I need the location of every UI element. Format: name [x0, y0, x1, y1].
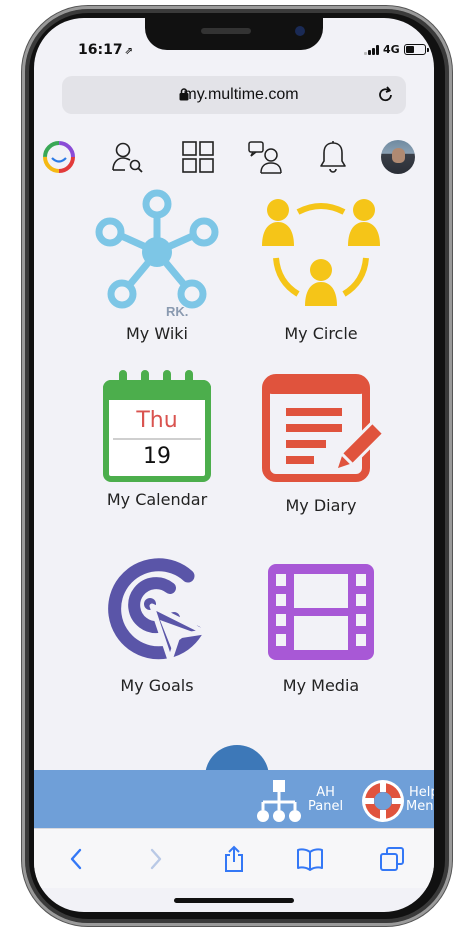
url-text: my.multime.com	[183, 86, 299, 103]
lifebuoy-icon	[362, 780, 404, 822]
signal-icon	[364, 44, 379, 55]
share-icon	[225, 845, 243, 872]
help-menu-button[interactable]	[360, 778, 406, 828]
ah-panel-button[interactable]	[256, 778, 302, 830]
calendar-icon: Thu 19	[103, 370, 211, 482]
network-type: 4G	[383, 43, 400, 56]
address-bar[interactable]: my.multime.com	[62, 76, 406, 114]
lock-icon	[179, 88, 189, 101]
apps-grid-button[interactable]	[177, 136, 219, 178]
multime-logo-button[interactable]	[38, 136, 80, 178]
status-time: 16:17 ⇗	[78, 42, 133, 58]
ah-panel-line2: Panel	[308, 799, 344, 814]
app-toolbar	[34, 136, 434, 182]
bell-icon	[320, 141, 346, 173]
profile-avatar	[381, 140, 415, 174]
notch	[145, 18, 323, 50]
calendar-date: 19	[143, 444, 171, 469]
tile-my-calendar[interactable]: Thu 19 My Calendar	[82, 366, 232, 509]
multime-ring-logo-icon	[43, 141, 75, 173]
tabs-icon	[380, 847, 404, 871]
forward-icon	[150, 848, 162, 870]
circle-people-icon	[262, 199, 380, 306]
tile-my-circle[interactable]: My Circle	[246, 188, 396, 343]
search-people-button[interactable]	[108, 136, 150, 178]
back-button[interactable]	[56, 839, 96, 879]
forward-button[interactable]	[136, 839, 176, 879]
reload-icon[interactable]	[378, 85, 394, 103]
chat-people-icon	[248, 141, 282, 174]
status-right: 4G	[364, 43, 429, 56]
phone-screen: 16:17 ⇗ 4G my.multime.com RK. My Wiki My…	[34, 18, 434, 912]
share-button[interactable]	[214, 839, 254, 879]
diary-icon	[262, 374, 386, 482]
wiki-watermark: RK.	[166, 304, 189, 319]
tile-label: My Goals	[120, 676, 194, 695]
tabs-button[interactable]	[372, 839, 412, 879]
org-chart-icon	[257, 780, 301, 822]
help-menu-label[interactable]: Help Menu	[406, 786, 434, 814]
front-camera	[295, 26, 305, 36]
apps-grid-icon	[182, 141, 214, 173]
profile-button[interactable]	[377, 136, 419, 178]
home-indicator[interactable]	[174, 898, 294, 903]
tile-my-wiki[interactable]: RK. My Wiki	[82, 188, 232, 343]
tile-label: My Diary	[285, 496, 357, 515]
back-icon	[70, 848, 82, 870]
tile-my-media[interactable]: My Media	[246, 544, 396, 695]
goals-target-icon	[108, 558, 207, 663]
tile-my-goals[interactable]: My Goals	[82, 544, 232, 695]
tile-my-diary[interactable]: My Diary	[246, 366, 396, 515]
search-people-icon	[112, 142, 143, 173]
ah-panel-label[interactable]: AH Panel	[308, 786, 343, 814]
wiki-network-icon	[95, 189, 219, 309]
tile-label: My Calendar	[106, 490, 208, 509]
status-time-text: 16:17	[78, 42, 123, 58]
bookmarks-button[interactable]	[290, 839, 330, 879]
speaker-grille	[201, 28, 251, 34]
chat-people-button[interactable]	[245, 136, 287, 178]
bookmarks-icon	[297, 848, 323, 871]
notifications-button[interactable]	[312, 136, 354, 178]
calendar-day: Thu	[136, 408, 178, 433]
tile-label: My Wiki	[126, 324, 188, 343]
location-arrow-icon: ⇗	[124, 46, 133, 57]
film-strip-icon	[268, 564, 374, 660]
ah-panel-line1: AH	[316, 785, 335, 800]
tile-label: My Circle	[284, 324, 358, 343]
help-line1: Help	[409, 785, 434, 800]
battery-icon	[403, 44, 429, 55]
help-line2: Menu	[406, 799, 434, 814]
tile-label: My Media	[282, 676, 360, 695]
safari-toolbar	[34, 828, 434, 888]
